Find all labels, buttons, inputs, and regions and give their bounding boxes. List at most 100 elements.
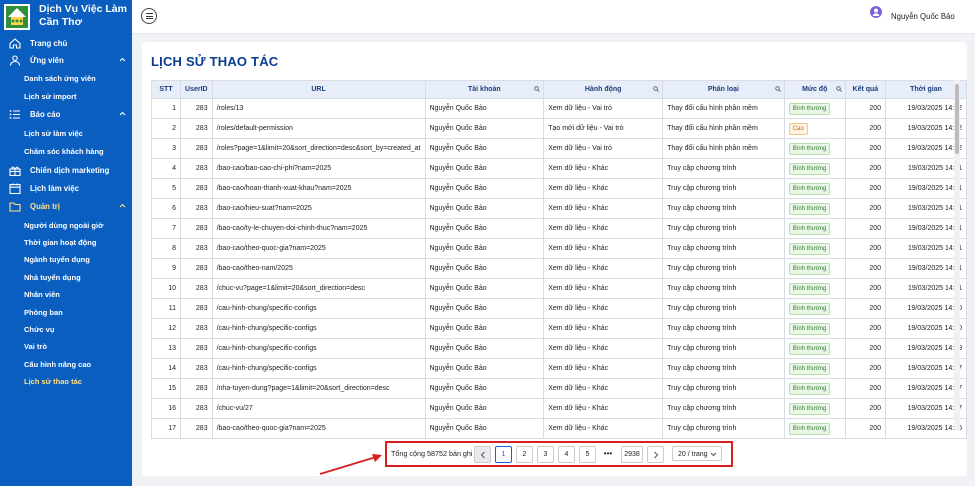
table-row[interactable]: 11 283/cau-hinh-chung/specific-configs Ngu… [150,298,967,319]
cell-url: /bao-cao/hoan-thanh-xuat-khau?nam=2025 [211,178,426,199]
table-row[interactable]: 10 283/chuc-vu?page=1&limit=20&sort_direc… [150,278,967,299]
sidebar-item-customer-care[interactable]: Chăm sóc khách hàng [0,143,132,159]
cell-action: Xem dữ liệu - Khác [543,238,664,259]
cell-userid: 283 [180,158,213,179]
column-header-level[interactable]: Mức độ [783,80,846,99]
sidebar-item-industries[interactable]: Ngành tuyển dụng [0,251,132,267]
sidebar: Dịch Vụ Việc Làm Cần Thơ Trang chủ Ứng v… [0,0,132,486]
column-header-category[interactable]: Phân loại [662,80,785,99]
sidebar-item-marketing[interactable]: Chiến dịch marketing [0,162,132,179]
page-4-button[interactable]: 4 [558,446,575,463]
sidebar-item-roles[interactable]: Vai trò [0,338,132,354]
page-size-select[interactable]: 20 / trang [672,446,722,461]
sidebar-item-employers[interactable]: Nhà tuyển dụng [0,269,132,285]
cell-result: 200 [844,418,887,439]
chevron-down-icon [710,452,717,457]
table-row[interactable]: 9 283/bao-cao/theo-nam/2025 Nguyễn Quốc Bả… [150,258,967,279]
table-row[interactable]: 13 283/cau-hinh-chung/specific-configs Ngu… [150,338,967,359]
top-bar: Nguyễn Quốc Bảo [132,0,975,34]
level-badge: Bình thường [788,102,831,115]
column-header-action[interactable]: Hành động [543,80,664,99]
sidebar-item-departments[interactable]: Phòng ban [0,304,132,320]
cell-category: Thay đổi cấu hình phần mềm [662,98,785,119]
sidebar-item-import-history[interactable]: Lịch sử import [0,88,132,104]
table-row[interactable]: 4 283/bao-cao/bao-cao-chi-phi?nam=2025 Ngu… [150,158,967,179]
table-row[interactable]: 5 283/bao-cao/hoan-thanh-xuat-khau?nam=20… [150,178,967,199]
page-1-button[interactable]: 1 [495,446,512,463]
column-header-url[interactable]: URL [211,80,426,99]
brand[interactable]: Dịch Vụ Việc Làm Cần Thơ [0,0,132,36]
cell-account: Nguyễn Quốc Bảo [424,138,545,159]
sidebar-item-candidate-list[interactable]: Danh sách ứng viên [0,70,132,86]
table-row[interactable]: 16 283/chuc-vu/27 Nguyễn Quốc Bảo Xem dữ li… [150,398,967,419]
next-page-button[interactable] [647,446,664,463]
cell-userid: 283 [180,138,213,159]
table-row[interactable]: 1 283/roles/13 Nguyễn Quốc Bảo Xem dữ liệu … [150,98,967,119]
pagination-ellipsis[interactable]: ••• [601,446,615,461]
sidebar-item-advanced-config[interactable]: Cấu hình nâng cao [0,356,132,372]
cell-result: 200 [844,318,887,339]
page-2-button[interactable]: 2 [516,446,533,463]
menu-icon-line [145,18,153,20]
level-badge: Bình thường [788,162,831,175]
cell-account: Nguyễn Quốc Bảo [424,398,545,419]
prev-page-button[interactable] [474,446,491,463]
page-5-button[interactable]: 5 [579,446,596,463]
sidebar-item-active-time[interactable]: Thời gian hoạt động [0,234,132,250]
table-row[interactable]: 3 283/roles?page=1&limit=20&sort_directio… [150,138,967,159]
cell-userid: 283 [180,258,213,279]
table-row[interactable]: 2 283/roles/default-permission Nguyễn Quốc… [150,118,967,139]
scrollbar-thumb[interactable] [955,84,959,154]
search-icon[interactable] [836,86,842,92]
cell-action: Xem dữ liệu - Khác [543,278,664,299]
table-row[interactable]: 8 283/bao-cao/theo-quoc-gia?nam=2025 Nguyễ… [150,238,967,259]
table-row[interactable]: 12 283/cau-hinh-chung/specific-configs Ngu… [150,318,967,339]
cell-url: /cau-hinh-chung/specific-configs [211,338,426,359]
column-header-result[interactable]: Kết quả [844,80,887,99]
sidebar-item-label: Người dùng ngoài giờ [24,221,104,230]
sidebar-item-label: Ngành tuyển dụng [24,255,90,264]
cell-category: Truy cập chương trình [662,158,785,179]
cell-userid: 283 [180,278,213,299]
sidebar-item-candidates[interactable]: Ứng viên [0,52,132,69]
avatar[interactable] [870,6,882,18]
page-3-button[interactable]: 3 [537,446,554,463]
sidebar-item-admin[interactable]: Quản trị [0,198,132,215]
sidebar-item-label: Quản trị [30,202,60,211]
cell-url: /nha-tuyen-dung?page=1&limit=20&sort_dir… [211,378,426,399]
column-header-stt[interactable]: STT [150,80,182,99]
table-scrollbar[interactable] [954,80,960,431]
sidebar-item-staff[interactable]: Nhân viên [0,286,132,302]
table-row[interactable]: 14 283/cau-hinh-chung/specific-configs Ngu… [150,358,967,379]
table-row[interactable]: 15 283/nha-tuyen-dung?page=1&limit=20&sor… [150,378,967,399]
menu-toggle-button[interactable] [141,8,157,24]
sidebar-item-activity-log[interactable]: Lịch sử thao tác [0,373,132,389]
search-icon[interactable] [775,86,781,92]
table-row[interactable]: 6 283/bao-cao/hieu-suat?nam=2025 Nguyễn Qu… [150,198,967,219]
cell-level: Bình thường [783,138,846,159]
column-header-userid[interactable]: UserID [180,80,213,99]
column-header-account[interactable]: Tài khoản [424,80,545,99]
cell-level: Bình thường [783,338,846,359]
table-row[interactable]: 7 283/bao-cao/ty-le-chuyen-doi-chinh-thuc… [150,218,967,239]
sidebar-item-positions[interactable]: Chức vụ [0,321,132,337]
level-badge: Bình thường [788,282,831,295]
sidebar-item-work-history[interactable]: Lịch sử làm việc [0,125,132,141]
column-header-label: Hành động [584,86,622,93]
cell-level: Bình thường [783,238,846,259]
sidebar-item-reports[interactable]: Báo cáo [0,106,132,123]
sidebar-item-schedule[interactable]: Lịch làm việc [0,180,132,197]
cell-result: 200 [844,138,887,159]
search-icon[interactable] [534,86,541,92]
sidebar-item-after-hours-users[interactable]: Người dùng ngoài giờ [0,217,132,233]
sidebar-item-label: Lịch sử import [24,92,77,101]
cell-level: Bình thường [783,218,846,239]
last-page-button[interactable]: 2938 [621,446,643,463]
table-row[interactable]: 17 283/bao-cao/theo-quoc-gia?nam=2025 Nguy… [150,418,967,439]
sidebar-item-home[interactable]: Trang chủ [0,35,132,52]
user-icon [9,55,21,66]
column-header-label: Mức độ [802,86,828,93]
cell-action: Xem dữ liệu - Vai trò [543,138,664,159]
search-icon[interactable] [653,86,659,92]
user-name[interactable]: Nguyễn Quốc Bảo [891,12,955,21]
